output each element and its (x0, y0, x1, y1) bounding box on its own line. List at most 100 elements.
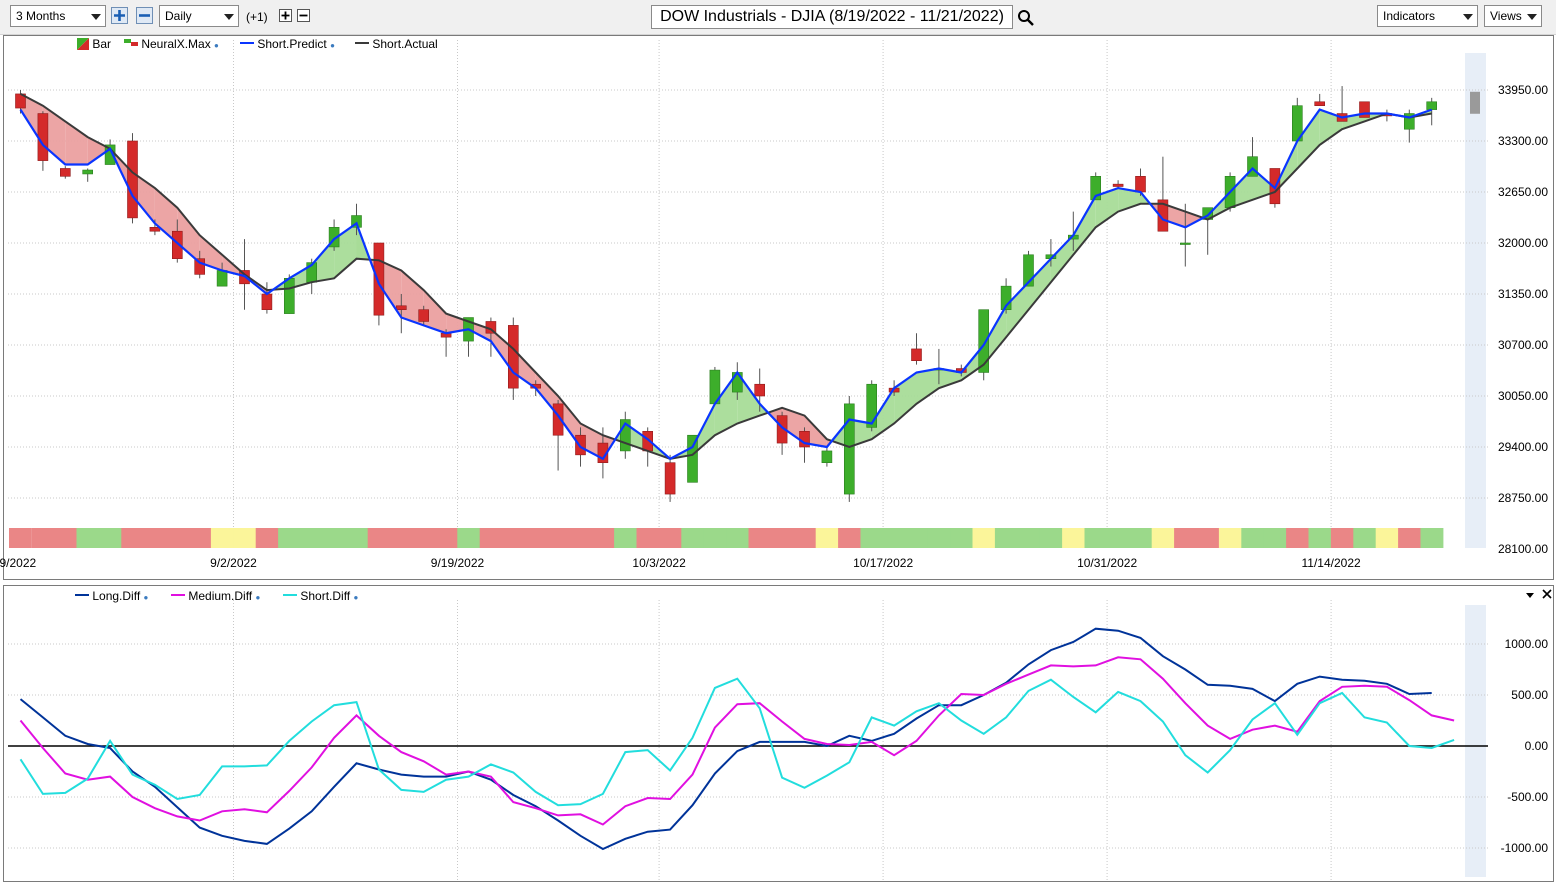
neuralx-strip-cell (166, 528, 189, 548)
legend-bar-label: Bar (92, 37, 112, 51)
legend-short-actual[interactable]: Short.Actual (355, 37, 438, 51)
neuralx-strip-cell (1263, 528, 1287, 548)
neuralx-strip-cell (9, 528, 32, 548)
legend-short-predict[interactable]: Short.Predict ● (240, 37, 335, 51)
neuralx-strip-cell (860, 528, 884, 548)
candle-body (1180, 242, 1191, 245)
legend-medium-diff[interactable]: Medium.Diff ● (171, 589, 260, 603)
neuralx-strip-cell (546, 528, 570, 548)
neuralx-strip-cell (636, 528, 660, 548)
neuralx-strip-cell (524, 528, 548, 548)
neuralx-strip-cell (770, 528, 794, 548)
legend-short-actual-label: Short.Actual (372, 37, 438, 51)
candle-body (127, 140, 138, 219)
neuralx-strip-cell (121, 528, 145, 548)
neuralx-strip-cell (658, 528, 682, 548)
candle-body (395, 305, 407, 310)
neuralx-strip-cell (614, 528, 637, 548)
prediction-band (65, 121, 88, 165)
y-tick-label: 29400.00 (1498, 440, 1548, 454)
neuralx-swatch-icon (124, 39, 138, 46)
neuralx-strip-cell (838, 528, 861, 548)
neuralx-strip-cell (1129, 528, 1153, 548)
neuralx-strip-cell (815, 528, 839, 548)
candle-body (82, 169, 93, 175)
neuralx-strip-cell (1420, 528, 1444, 548)
y-tick-label: 33950.00 (1498, 83, 1548, 97)
prediction-band (916, 368, 939, 404)
neuralx-strip-cell (927, 528, 951, 548)
candle-body (507, 325, 519, 389)
neuralx-strip-cell (255, 528, 279, 548)
neuralx-strip-cell (412, 528, 436, 548)
line-swatch-icon (355, 42, 369, 44)
legend-short-diff-label: Short.Diff (300, 589, 351, 603)
x-tick-label: 9/19/2022 (431, 556, 485, 570)
candle-body (1426, 101, 1437, 110)
x-tick-label: 9/2/2022 (210, 556, 257, 570)
chart-canvas: 8/19/2022 9/2/2022 9/19/2022 10/3/2022 10/17… (0, 40, 1549, 880)
candle-body (261, 293, 273, 310)
prediction-band (1073, 195, 1096, 255)
neuralx-strip-cell (210, 528, 234, 548)
y-tick-label: 30700.00 (1498, 338, 1548, 352)
neuralx-strip-cell (591, 528, 615, 548)
neuralx-strip-cell (972, 528, 996, 548)
neuralx-strip-cell (793, 528, 817, 548)
future-margin (1465, 605, 1486, 877)
neuralx-strip-cell (300, 528, 324, 548)
neuralx-strip-cell (905, 528, 929, 548)
candle-body (731, 372, 743, 393)
candle-body (575, 434, 586, 456)
neuralx-strip-cell (457, 528, 481, 548)
y-tick-label: 32000.00 (1498, 236, 1548, 250)
diff-line-medium-diff (19, 656, 1455, 826)
neuralx-strip-cell (1375, 528, 1399, 548)
candle-body (754, 383, 766, 397)
neuralx-strip-cell (1039, 528, 1063, 548)
x-tick-label: 10/3/2022 (632, 556, 686, 570)
neuralx-strip-cell (726, 528, 749, 548)
neuralx-strip-cell (233, 528, 257, 548)
dot-icon: ● (255, 593, 261, 602)
neuralx-strip-cell (1017, 528, 1041, 548)
y-tick-label: 28750.00 (1498, 491, 1548, 505)
line-swatch-icon (283, 594, 297, 596)
current-price-marker (1470, 91, 1480, 114)
neuralx-strip-cell (143, 528, 167, 548)
neuralx-strip-cell (1308, 528, 1332, 548)
x-tick-label: 11/14/2022 (1302, 556, 1361, 570)
neuralx-strip-cell (994, 528, 1018, 548)
y-tick-label: 1000.00 (1505, 637, 1549, 651)
neuralx-strip-cell (1353, 528, 1377, 548)
candle-body (664, 462, 676, 495)
neuralx-strip-cell (322, 528, 346, 548)
candle-body (194, 258, 205, 275)
neuralx-strip-cell (367, 528, 391, 548)
candle-body (216, 270, 228, 287)
legend-short-diff[interactable]: Short.Diff ● (283, 589, 358, 603)
candle-body (911, 348, 922, 361)
candle-body (373, 242, 385, 316)
legend-neuralx[interactable]: NeuralX.Max ● (124, 37, 219, 51)
future-margin (1465, 53, 1486, 548)
neuralx-strip-cell (1062, 528, 1085, 548)
y-tick-label: 32650.00 (1498, 185, 1548, 199)
pane-close-button[interactable] (1541, 588, 1553, 600)
neuralx-strip-cell (748, 528, 772, 548)
pane-menu-button[interactable] (1524, 589, 1536, 601)
line-swatch-icon (171, 594, 185, 596)
y-tick-label: 33300.00 (1498, 134, 1548, 148)
legend-long-diff[interactable]: Long.Diff ● (75, 589, 148, 603)
y-tick-label: 0.00 (1525, 739, 1549, 753)
neuralx-strip-cell (278, 528, 301, 548)
candle-body (283, 278, 295, 314)
line-swatch-icon (75, 594, 89, 596)
neuralx-strip-cell (1174, 528, 1197, 548)
dot-icon: ● (330, 41, 335, 50)
legend-bar[interactable]: Bar (77, 37, 111, 51)
candle-body (843, 403, 855, 495)
neuralx-strip-cell (681, 528, 705, 548)
candle-body (59, 168, 71, 177)
dot-icon: ● (214, 41, 219, 50)
